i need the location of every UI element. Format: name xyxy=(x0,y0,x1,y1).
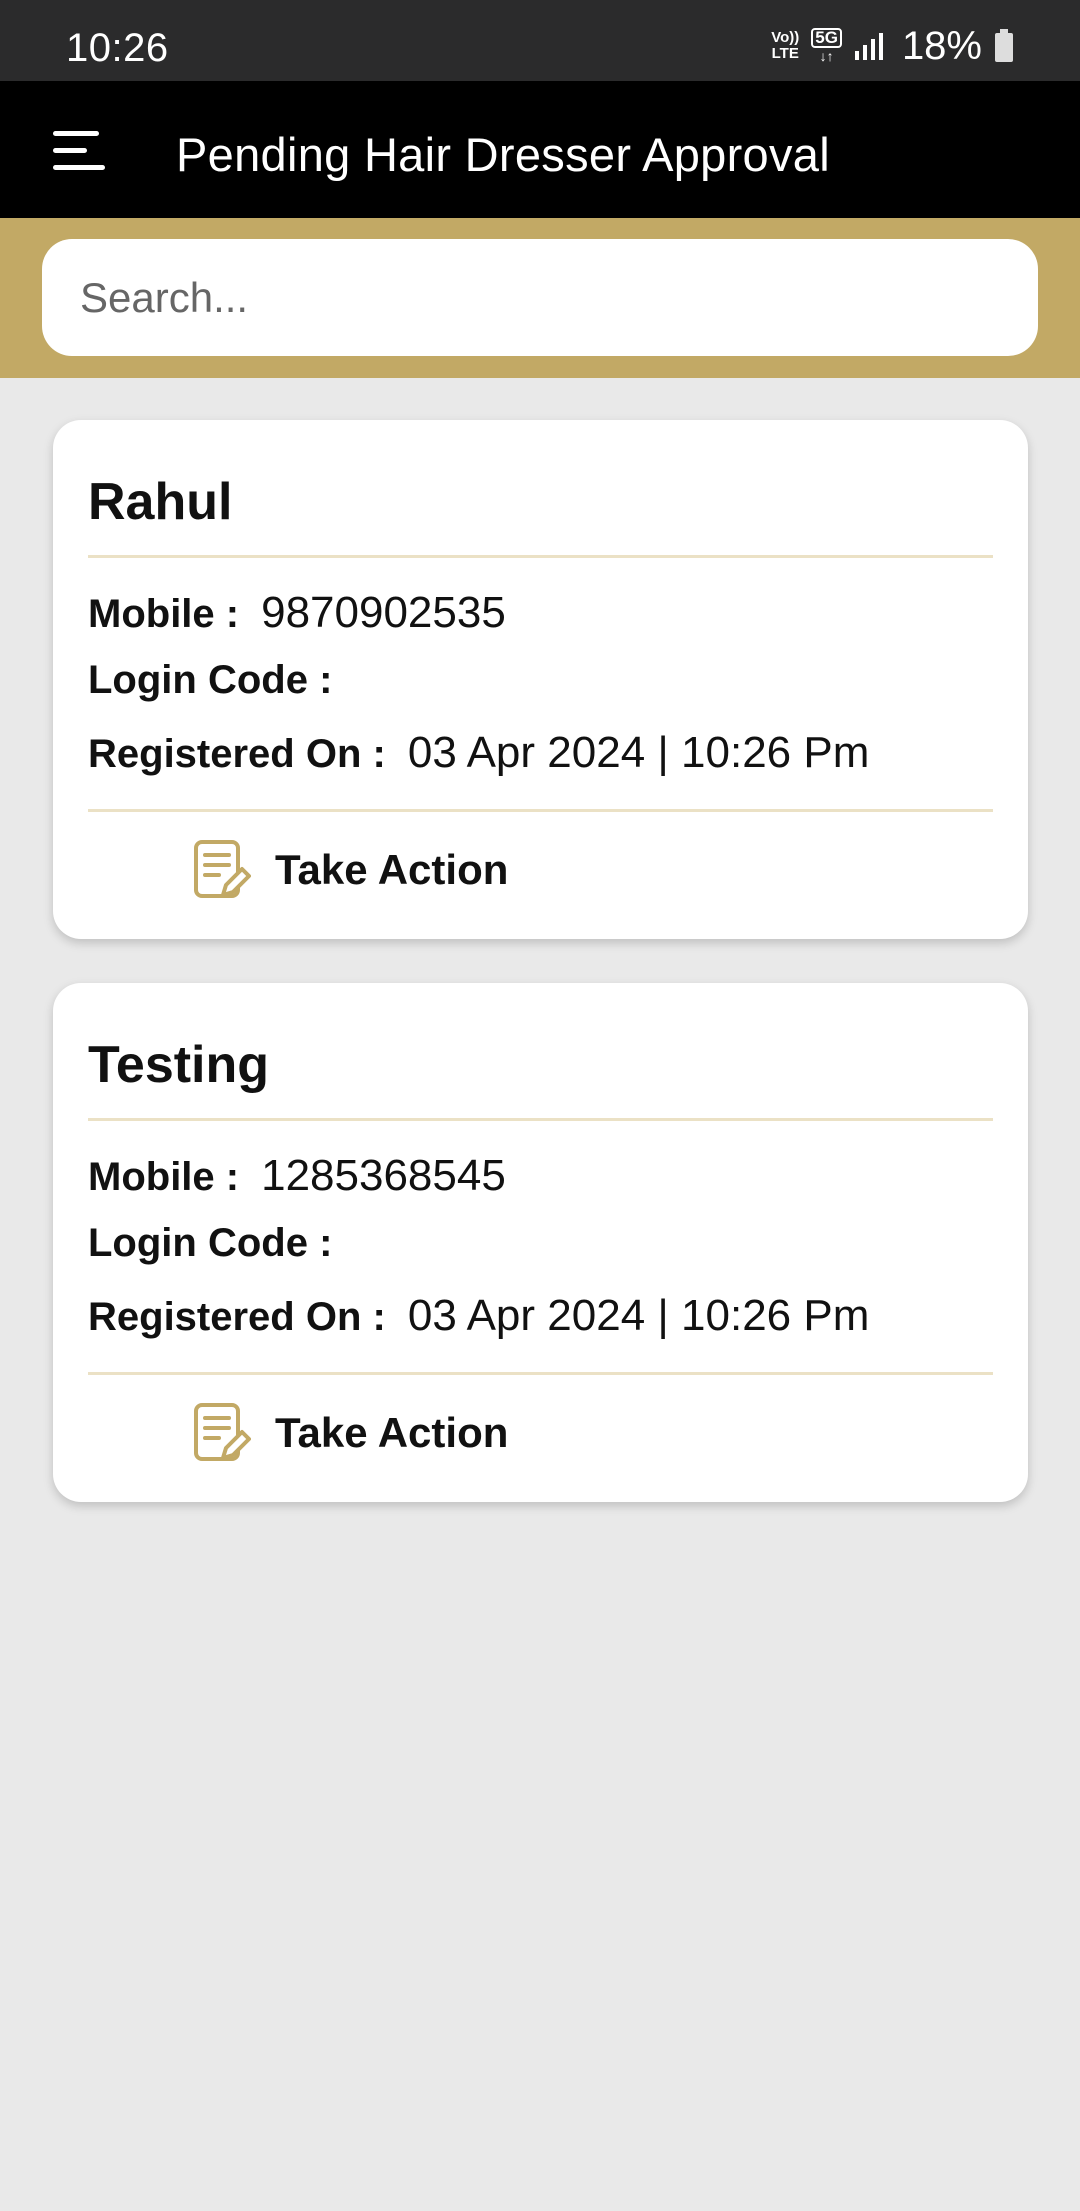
signal-strength-icon xyxy=(854,33,883,60)
status-icons: Vo)) LTE 5G ↓↑ 18% xyxy=(771,24,1014,68)
hairdresser-card: Rahul Mobile : 9870902535 Login Code : R… xyxy=(53,420,1028,939)
search-input[interactable] xyxy=(42,239,1038,356)
hamburger-menu-icon xyxy=(53,131,105,170)
login-code-label: Login Code : xyxy=(88,658,333,702)
edit-document-icon xyxy=(194,840,251,898)
hairdresser-card: Testing Mobile : 1285368545 Login Code :… xyxy=(53,983,1028,1502)
card-divider xyxy=(88,555,993,558)
lte-text: LTE xyxy=(771,45,799,62)
volte-indicator: Vo)) LTE xyxy=(771,30,799,62)
status-time: 10:26 xyxy=(66,26,169,70)
battery-icon xyxy=(995,29,1013,62)
battery-percent: 18% xyxy=(901,23,982,68)
app-bar: Pending Hair Dresser Approval xyxy=(0,81,1080,218)
mobile-value: 1285368545 xyxy=(261,1151,506,1200)
login-code-row: Login Code : xyxy=(88,658,354,703)
registered-on-label: Registered On : xyxy=(88,732,386,776)
registered-on-label: Registered On : xyxy=(88,1295,386,1339)
volte-text: Vo)) xyxy=(771,29,800,46)
network-type: 5G xyxy=(811,28,842,48)
search-bar-container xyxy=(0,218,1080,378)
mobile-label: Mobile : xyxy=(88,1155,240,1199)
login-code-row: Login Code : xyxy=(88,1221,354,1266)
mobile-value: 9870902535 xyxy=(261,588,506,637)
registered-on-row: Registered On : 03 Apr 2024 | 10:26 Pm xyxy=(88,728,869,778)
take-action-button[interactable]: Take Action xyxy=(88,1378,993,1488)
mobile-label: Mobile : xyxy=(88,592,240,636)
hairdresser-name: Testing xyxy=(88,1036,270,1094)
status-bar: 10:26 Vo)) LTE 5G ↓↑ 18% xyxy=(0,0,1080,81)
login-code-label: Login Code : xyxy=(88,1221,333,1265)
take-action-button[interactable]: Take Action xyxy=(88,815,993,925)
card-divider xyxy=(88,1118,993,1121)
hairdresser-name: Rahul xyxy=(88,473,233,531)
registered-on-value: 03 Apr 2024 | 10:26 Pm xyxy=(407,1291,870,1340)
take-action-label: Take Action xyxy=(275,1409,509,1456)
menu-button[interactable] xyxy=(40,111,120,191)
mobile-row: Mobile : 1285368545 xyxy=(88,1151,506,1201)
network-5g-indicator: 5G ↓↑ xyxy=(811,28,842,64)
take-action-label: Take Action xyxy=(275,846,509,893)
registered-on-value: 03 Apr 2024 | 10:26 Pm xyxy=(407,728,870,777)
card-divider xyxy=(88,809,993,812)
edit-document-icon xyxy=(194,1403,251,1461)
card-divider xyxy=(88,1372,993,1375)
page-title: Pending Hair Dresser Approval xyxy=(176,128,830,181)
mobile-row: Mobile : 9870902535 xyxy=(88,588,506,638)
registered-on-row: Registered On : 03 Apr 2024 | 10:26 Pm xyxy=(88,1291,869,1341)
data-arrows-icon: ↓↑ xyxy=(819,48,834,64)
